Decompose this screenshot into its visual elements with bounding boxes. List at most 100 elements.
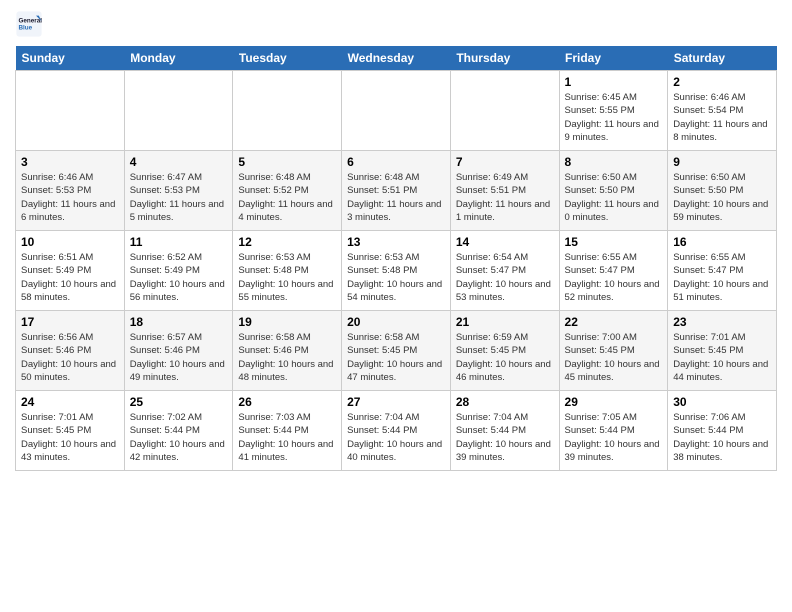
day-number: 29 bbox=[565, 395, 663, 409]
day-number: 7 bbox=[456, 155, 554, 169]
day-info: Sunrise: 6:51 AMSunset: 5:49 PMDaylight:… bbox=[21, 251, 119, 304]
day-info: Sunrise: 6:55 AMSunset: 5:47 PMDaylight:… bbox=[673, 251, 771, 304]
day-cell-4-2: 26 Sunrise: 7:03 AMSunset: 5:44 PMDayligh… bbox=[233, 391, 342, 471]
day-info: Sunrise: 6:48 AMSunset: 5:52 PMDaylight:… bbox=[238, 171, 336, 224]
day-cell-1-6: 9 Sunrise: 6:50 AMSunset: 5:50 PMDaylight… bbox=[668, 151, 777, 231]
day-info: Sunrise: 6:59 AMSunset: 5:45 PMDaylight:… bbox=[456, 331, 554, 384]
day-number: 11 bbox=[130, 235, 228, 249]
day-info: Sunrise: 6:58 AMSunset: 5:46 PMDaylight:… bbox=[238, 331, 336, 384]
day-number: 24 bbox=[21, 395, 119, 409]
week-row-1: 1 Sunrise: 6:45 AMSunset: 5:55 PMDaylight… bbox=[16, 71, 777, 151]
day-info: Sunrise: 7:04 AMSunset: 5:44 PMDaylight:… bbox=[347, 411, 445, 464]
day-number: 16 bbox=[673, 235, 771, 249]
svg-text:Blue: Blue bbox=[19, 25, 33, 32]
day-info: Sunrise: 7:03 AMSunset: 5:44 PMDaylight:… bbox=[238, 411, 336, 464]
logo-icon: General Blue bbox=[15, 10, 43, 38]
day-cell-4-0: 24Sunrise: 7:01 AMSunset: 5:45 PMDayligh… bbox=[16, 391, 125, 471]
day-cell-3-1: 18Sunrise: 6:57 AMSunset: 5:46 PMDayligh… bbox=[124, 311, 233, 391]
day-number: 17 bbox=[21, 315, 119, 329]
day-cell-1-2: 5 Sunrise: 6:48 AMSunset: 5:52 PMDaylight… bbox=[233, 151, 342, 231]
svg-text:General: General bbox=[19, 18, 43, 25]
day-info: Sunrise: 6:52 AMSunset: 5:49 PMDaylight:… bbox=[130, 251, 228, 304]
day-info: Sunrise: 6:46 AMSunset: 5:54 PMDaylight:… bbox=[673, 91, 771, 144]
day-info: Sunrise: 6:54 AMSunset: 5:47 PMDaylight:… bbox=[456, 251, 554, 304]
day-info: Sunrise: 6:58 AMSunset: 5:45 PMDaylight:… bbox=[347, 331, 445, 384]
header-wednesday: Wednesday bbox=[342, 46, 451, 71]
day-cell-0-0 bbox=[16, 71, 125, 151]
day-info: Sunrise: 6:53 AMSunset: 5:48 PMDaylight:… bbox=[347, 251, 445, 304]
day-cell-3-0: 17 Sunrise: 6:56 AMSunset: 5:46 PMDayligh… bbox=[16, 311, 125, 391]
day-info: Sunrise: 6:49 AMSunset: 5:51 PMDaylight:… bbox=[456, 171, 554, 224]
day-number: 10 bbox=[21, 235, 119, 249]
day-info: Sunrise: 7:06 AMSunset: 5:44 PMDaylight:… bbox=[673, 411, 771, 464]
day-number: 26 bbox=[238, 395, 336, 409]
day-cell-4-4: 28 Sunrise: 7:04 AMSunset: 5:44 PMDayligh… bbox=[450, 391, 559, 471]
day-cell-3-3: 20Sunrise: 6:58 AMSunset: 5:45 PMDayligh… bbox=[342, 311, 451, 391]
day-cell-1-3: 6 Sunrise: 6:48 AMSunset: 5:51 PMDaylight… bbox=[342, 151, 451, 231]
header-row: SundayMondayTuesdayWednesdayThursdayFrid… bbox=[16, 46, 777, 71]
header-tuesday: Tuesday bbox=[233, 46, 342, 71]
day-cell-2-5: 15 Sunrise: 6:55 AMSunset: 5:47 PMDayligh… bbox=[559, 231, 668, 311]
day-info: Sunrise: 7:00 AMSunset: 5:45 PMDaylight:… bbox=[565, 331, 663, 384]
day-number: 25 bbox=[130, 395, 228, 409]
day-number: 3 bbox=[21, 155, 119, 169]
day-info: Sunrise: 6:53 AMSunset: 5:48 PMDaylight:… bbox=[238, 251, 336, 304]
header-saturday: Saturday bbox=[668, 46, 777, 71]
day-number: 30 bbox=[673, 395, 771, 409]
day-cell-1-1: 4Sunrise: 6:47 AMSunset: 5:53 PMDaylight… bbox=[124, 151, 233, 231]
day-number: 5 bbox=[238, 155, 336, 169]
day-cell-0-3 bbox=[342, 71, 451, 151]
day-number: 15 bbox=[565, 235, 663, 249]
day-number: 2 bbox=[673, 75, 771, 89]
day-cell-0-2 bbox=[233, 71, 342, 151]
header-thursday: Thursday bbox=[450, 46, 559, 71]
day-cell-1-5: 8 Sunrise: 6:50 AMSunset: 5:50 PMDaylight… bbox=[559, 151, 668, 231]
day-cell-2-6: 16 Sunrise: 6:55 AMSunset: 5:47 PMDayligh… bbox=[668, 231, 777, 311]
day-number: 1 bbox=[565, 75, 663, 89]
day-info: Sunrise: 6:50 AMSunset: 5:50 PMDaylight:… bbox=[673, 171, 771, 224]
header: General Blue bbox=[15, 10, 777, 38]
week-row-2: 3 Sunrise: 6:46 AMSunset: 5:53 PMDaylight… bbox=[16, 151, 777, 231]
day-cell-3-5: 22 Sunrise: 7:00 AMSunset: 5:45 PMDayligh… bbox=[559, 311, 668, 391]
header-sunday: Sunday bbox=[16, 46, 125, 71]
day-number: 8 bbox=[565, 155, 663, 169]
day-cell-0-1 bbox=[124, 71, 233, 151]
day-info: Sunrise: 7:02 AMSunset: 5:44 PMDaylight:… bbox=[130, 411, 228, 464]
week-row-5: 24Sunrise: 7:01 AMSunset: 5:45 PMDayligh… bbox=[16, 391, 777, 471]
header-friday: Friday bbox=[559, 46, 668, 71]
day-info: Sunrise: 7:04 AMSunset: 5:44 PMDaylight:… bbox=[456, 411, 554, 464]
day-info: Sunrise: 7:05 AMSunset: 5:44 PMDaylight:… bbox=[565, 411, 663, 464]
day-number: 19 bbox=[238, 315, 336, 329]
day-cell-1-0: 3 Sunrise: 6:46 AMSunset: 5:53 PMDaylight… bbox=[16, 151, 125, 231]
day-cell-2-0: 10 Sunrise: 6:51 AMSunset: 5:49 PMDayligh… bbox=[16, 231, 125, 311]
day-number: 12 bbox=[238, 235, 336, 249]
day-number: 13 bbox=[347, 235, 445, 249]
logo: General Blue bbox=[15, 10, 47, 38]
day-cell-0-6: 2 Sunrise: 6:46 AMSunset: 5:54 PMDaylight… bbox=[668, 71, 777, 151]
day-cell-4-6: 30 Sunrise: 7:06 AMSunset: 5:44 PMDayligh… bbox=[668, 391, 777, 471]
day-number: 22 bbox=[565, 315, 663, 329]
day-info: Sunrise: 6:55 AMSunset: 5:47 PMDaylight:… bbox=[565, 251, 663, 304]
day-info: Sunrise: 6:48 AMSunset: 5:51 PMDaylight:… bbox=[347, 171, 445, 224]
week-row-3: 10 Sunrise: 6:51 AMSunset: 5:49 PMDayligh… bbox=[16, 231, 777, 311]
day-info: Sunrise: 6:45 AMSunset: 5:55 PMDaylight:… bbox=[565, 91, 663, 144]
day-cell-1-4: 7 Sunrise: 6:49 AMSunset: 5:51 PMDaylight… bbox=[450, 151, 559, 231]
week-row-4: 17 Sunrise: 6:56 AMSunset: 5:46 PMDayligh… bbox=[16, 311, 777, 391]
day-number: 4 bbox=[130, 155, 228, 169]
day-number: 14 bbox=[456, 235, 554, 249]
day-cell-3-2: 19 Sunrise: 6:58 AMSunset: 5:46 PMDayligh… bbox=[233, 311, 342, 391]
day-number: 21 bbox=[456, 315, 554, 329]
day-info: Sunrise: 6:56 AMSunset: 5:46 PMDaylight:… bbox=[21, 331, 119, 384]
day-number: 6 bbox=[347, 155, 445, 169]
day-number: 28 bbox=[456, 395, 554, 409]
day-info: Sunrise: 6:50 AMSunset: 5:50 PMDaylight:… bbox=[565, 171, 663, 224]
day-cell-3-4: 21 Sunrise: 6:59 AMSunset: 5:45 PMDayligh… bbox=[450, 311, 559, 391]
day-number: 27 bbox=[347, 395, 445, 409]
day-number: 23 bbox=[673, 315, 771, 329]
day-number: 9 bbox=[673, 155, 771, 169]
day-info: Sunrise: 6:46 AMSunset: 5:53 PMDaylight:… bbox=[21, 171, 119, 224]
day-cell-2-3: 13 Sunrise: 6:53 AMSunset: 5:48 PMDayligh… bbox=[342, 231, 451, 311]
day-info: Sunrise: 7:01 AMSunset: 5:45 PMDaylight:… bbox=[673, 331, 771, 384]
day-number: 18 bbox=[130, 315, 228, 329]
calendar-table: SundayMondayTuesdayWednesdayThursdayFrid… bbox=[15, 46, 777, 471]
